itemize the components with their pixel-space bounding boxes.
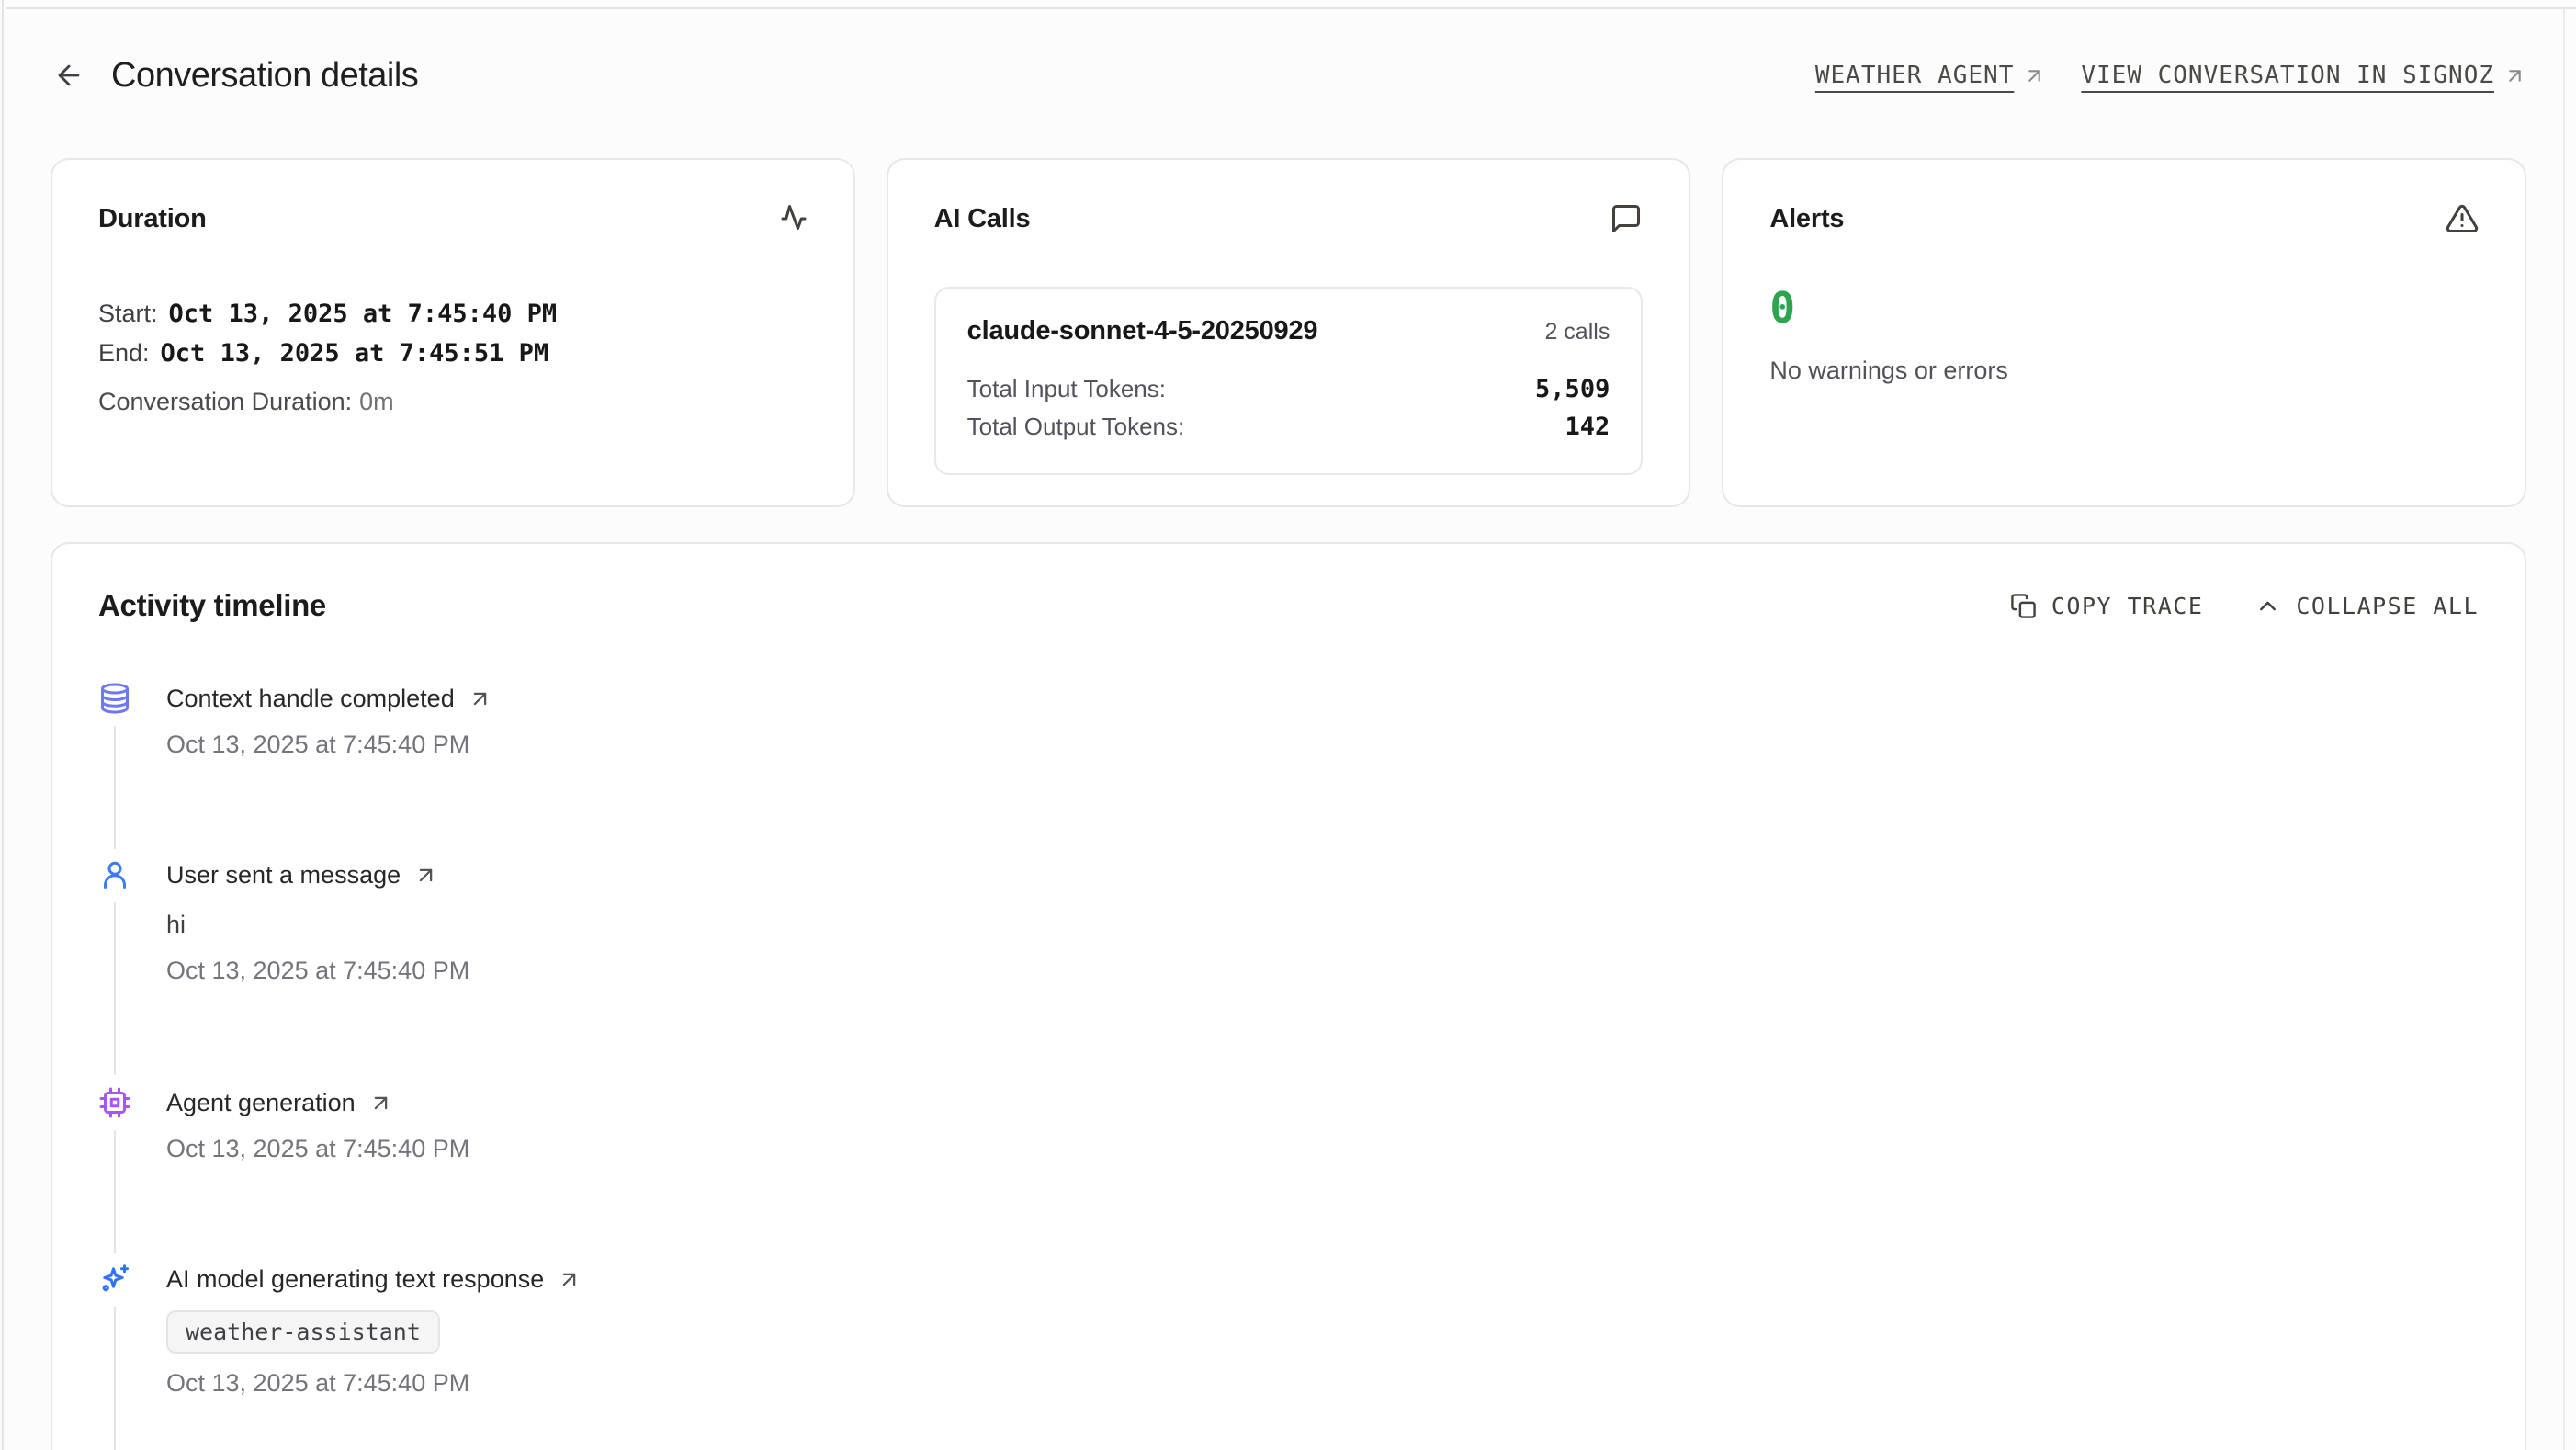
conversation-duration-value: 0m [359, 388, 394, 415]
alerts-count: 0 [1769, 283, 2479, 333]
alerts-card: Alerts 0 No warnings or errors [1722, 158, 2526, 507]
timeline-entry-timestamp: Oct 13, 2025 at 7:45:40 PM [166, 954, 469, 987]
timeline-entry-title: Context handle completed [166, 682, 455, 715]
collapse-all-button[interactable]: COLLAPSE ALL [2254, 593, 2479, 619]
alerts-card-title: Alerts [1769, 204, 1844, 234]
copy-trace-label: COPY TRACE [2051, 593, 2204, 619]
duration-end-value: Oct 13, 2025 at 7:45:51 PM [161, 339, 549, 368]
timeline-connector [114, 726, 116, 849]
stat-cards-row: Duration Start: Oct 13, 2025 at 7:45:40 P… [51, 158, 2526, 507]
timeline-entry-timestamp: Oct 13, 2025 at 7:45:40 PM [166, 1132, 469, 1165]
view-conversation-in-signoz-link[interactable]: VIEW CONVERSATION IN SIGNOZ [2081, 62, 2526, 89]
copy-icon [2010, 593, 2037, 619]
timeline-entries: Context handle completed Oct 13, 2025 at… [98, 682, 2479, 1399]
timeline-entry[interactable]: AI model generating text response weathe… [98, 1263, 2479, 1399]
top-divider [6, 7, 2576, 9]
header: Conversation details WEATHER AGENT VIEW … [51, 51, 2526, 99]
arrow-up-right-icon[interactable] [413, 863, 438, 888]
weather-agent-link-label: WEATHER AGENT [1815, 62, 2015, 89]
timeline-entry-timestamp: Oct 13, 2025 at 7:45:40 PM [166, 1366, 582, 1399]
timeline-entry-title: AI model generating text response [166, 1263, 544, 1296]
timeline-entry[interactable]: Agent generation Oct 13, 2025 at 7:45:40… [98, 1086, 2479, 1165]
collapse-all-label: COLLAPSE ALL [2296, 593, 2479, 619]
agent-name-badge: weather-assistant [166, 1310, 440, 1354]
arrow-up-right-icon[interactable] [557, 1267, 582, 1292]
back-button[interactable] [51, 57, 87, 94]
total-output-tokens-label: Total Output Tokens: [967, 408, 1185, 445]
alert-triangle-icon [2446, 202, 2479, 235]
conversation-details-page: Conversation details WEATHER AGENT VIEW … [0, 51, 2576, 1450]
timeline-entry[interactable]: User sent a message hi Oct 13, 2025 at 7… [98, 858, 2479, 987]
total-input-tokens-label: Total Input Tokens: [967, 370, 1166, 407]
weather-agent-link[interactable]: WEATHER AGENT [1815, 62, 2047, 89]
ai-calls-card: AI Calls claude-sonnet-4-5-20250929 2 ca… [887, 158, 1691, 507]
conversation-duration-label: Conversation Duration: [98, 388, 352, 415]
timeline-connector [114, 902, 116, 1075]
duration-start-value: Oct 13, 2025 at 7:45:40 PM [169, 300, 558, 328]
user-icon [98, 858, 131, 891]
page-title: Conversation details [111, 56, 418, 96]
total-output-tokens-value: 142 [1565, 409, 1610, 446]
duration-start-label: Start: [98, 300, 158, 327]
cpu-icon [98, 1086, 131, 1119]
timeline-connector [114, 1307, 116, 1450]
duration-end-label: End: [98, 339, 150, 367]
arrow-up-right-icon [2023, 64, 2046, 87]
timeline-entry-title: Agent generation [166, 1086, 356, 1119]
timeline-connector [114, 1130, 116, 1253]
timeline-entry-message: hi [166, 908, 469, 941]
sparkles-icon [98, 1263, 131, 1296]
model-call-count: 2 calls [1544, 319, 1610, 346]
arrow-left-icon [53, 60, 85, 91]
ai-calls-card-title: AI Calls [934, 204, 1031, 234]
activity-timeline-title: Activity timeline [98, 588, 326, 623]
signoz-link-label: VIEW CONVERSATION IN SIGNOZ [2081, 62, 2494, 89]
model-usage-box: claude-sonnet-4-5-20250929 2 calls Total… [934, 287, 1644, 475]
alerts-message: No warnings or errors [1769, 357, 2479, 385]
arrow-up-right-icon[interactable] [368, 1091, 393, 1116]
total-input-tokens-value: 5,509 [1535, 371, 1610, 408]
database-icon [98, 682, 131, 715]
duration-card: Duration Start: Oct 13, 2025 at 7:45:40 P… [51, 158, 855, 507]
chevron-up-icon [2254, 593, 2281, 619]
activity-icon [774, 202, 808, 235]
timeline-entry-timestamp: Oct 13, 2025 at 7:45:40 PM [166, 728, 492, 761]
message-square-icon [1610, 202, 1643, 235]
activity-timeline-panel: Activity timeline COPY TRACE COLLAPSE AL… [51, 542, 2526, 1450]
timeline-entry[interactable]: Context handle completed Oct 13, 2025 at… [98, 682, 2479, 761]
arrow-up-right-icon [2503, 64, 2526, 87]
copy-trace-button[interactable]: COPY TRACE [2010, 593, 2204, 619]
duration-card-title: Duration [98, 204, 207, 234]
timeline-entry-title: User sent a message [166, 858, 401, 891]
arrow-up-right-icon[interactable] [468, 686, 492, 711]
model-name: claude-sonnet-4-5-20250929 [967, 316, 1318, 346]
